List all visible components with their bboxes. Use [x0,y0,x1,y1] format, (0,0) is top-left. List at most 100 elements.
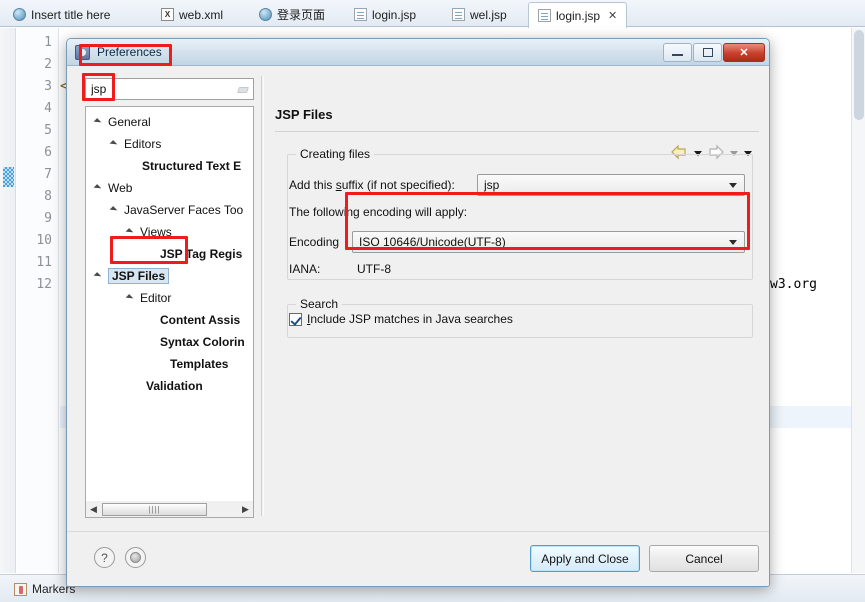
line-number: 8 [44,189,52,204]
tree-item-general[interactable]: General [86,111,253,133]
minimize-icon [672,54,683,56]
line-number: 3 [44,79,52,94]
line-number: 1 [44,35,52,50]
preference-tree[interactable]: General Editors Structured Text E Web Ja… [85,106,254,501]
chevron-down-icon[interactable] [725,233,742,251]
editor-tab-label: login.jsp [372,7,417,22]
line-number: 2 [44,57,52,72]
checkbox-label: Include JSP matches in Java searches [307,312,513,326]
editor-tab-wel-jsp[interactable]: wel.jsp [443,2,516,27]
editor-tab-login-jsp-1[interactable]: login.jsp [345,2,425,27]
encoding-combo[interactable]: ISO 10646/Unicode(UTF-8) [352,231,745,253]
expand-arrow-icon[interactable] [94,271,104,281]
editor-line-number-ruler: 1 2 3 4 5 6 7 8 9 10 11 12 [17,28,59,573]
dialog-title-bar[interactable]: Preferences ✕ [67,39,769,66]
jsp-file-icon [538,9,551,22]
tree-horizontal-scrollbar[interactable]: ◀ |||| ▶ [85,501,254,518]
filter-field-wrapper[interactable] [85,78,254,100]
suffix-combo[interactable]: jsp [477,174,745,196]
tree-item-views[interactable]: Views [86,221,253,243]
minimize-button[interactable] [663,42,692,62]
line-number: 7 [44,167,52,182]
editor-tab-login-jsp-active[interactable]: login.jsp ✕ [528,2,628,28]
close-icon[interactable]: ✕ [608,9,617,22]
scroll-left-arrow-icon[interactable]: ◀ [86,502,101,517]
editor-vertical-scrollbar[interactable] [851,28,865,573]
editor-tab-label: web.xml [179,7,224,22]
expand-arrow-icon[interactable] [110,139,120,149]
tree-item-jsp-files[interactable]: JSP Files [86,265,253,287]
editor-tab-label: 登录页面 [277,8,326,22]
line-number: 5 [44,123,52,138]
marker-icon [14,582,27,596]
page-title: JSP Files [275,107,333,122]
tree-item-validation[interactable]: Validation [86,375,253,397]
tree-item-label: Templates [170,357,229,371]
tree-item-label: Structured Text E [142,159,242,173]
maximize-icon [702,47,713,57]
tree-item-label: JSP Tag Regis [160,247,243,261]
suffix-label-post: uffix (if not specified): [341,178,455,192]
editor-tab-insert-title-here[interactable]: Insert title here [4,2,119,27]
chevron-down-icon[interactable] [725,176,742,194]
line-number: 6 [44,145,52,160]
dialog-footer: ? Apply and Close Cancel [67,531,769,586]
include-jsp-matches-checkbox-row[interactable]: Include JSP matches in Java searches [289,312,513,326]
panel-divider[interactable] [261,76,262,516]
suffix-value: jsp [484,178,500,192]
tree-item-label: Syntax Colorin [160,335,245,349]
tree-item-label: Web [108,181,133,195]
tree-item-label: JSP Files [108,268,170,284]
filter-input[interactable] [89,82,223,96]
tree-item-label: Validation [146,379,203,393]
tree-item-editor[interactable]: Editor [86,287,253,309]
scrollbar-thumb[interactable] [854,30,864,120]
editor-tab-login-page-cn[interactable]: 登录页面 [250,2,334,27]
expand-arrow-icon[interactable] [94,183,104,193]
expand-arrow-icon[interactable] [110,205,120,215]
expand-arrow-icon[interactable] [94,117,104,127]
page-title-divider [275,131,759,132]
suffix-label-pre: Add this [289,178,336,192]
scrollbar-thumb[interactable]: |||| [102,502,207,516]
encoding-note: The following encoding will apply: [289,205,468,219]
group-legend: Search [296,297,343,311]
line-number: 11 [36,255,52,270]
expand-arrow-icon[interactable] [126,293,136,303]
tree-item-content-assist[interactable]: Content Assis [86,309,253,331]
line-number: 10 [36,233,52,248]
tree-item-jsp-tag-registry[interactable]: JSP Tag Regis [86,243,253,265]
editor-tab-web-xml[interactable]: X web.xml [152,2,232,27]
tree-item-syntax-coloring[interactable]: Syntax Colorin [86,331,253,353]
iana-label: IANA: [289,262,321,276]
iana-value: UTF-8 [357,262,391,276]
tree-item-structured-text-editor[interactable]: Structured Text E [86,155,253,177]
dialog-title: Preferences [97,45,162,59]
apply-and-close-button[interactable]: Apply and Close [530,545,640,572]
tree-item-templates[interactable]: Templates [86,353,253,375]
editor-tab-label: wel.jsp [470,7,507,22]
scroll-right-arrow-icon[interactable]: ▶ [238,502,253,517]
line-number: 4 [44,101,52,116]
close-button[interactable]: ✕ [723,42,765,62]
tree-item-web[interactable]: Web [86,177,253,199]
occurrence-marker [3,167,14,187]
suffix-label: Add this suffix (if not specified): [289,178,455,192]
expand-arrow-icon[interactable] [126,227,136,237]
shell-icon-button[interactable] [125,547,146,568]
erase-icon[interactable] [237,83,250,96]
encoding-value: ISO 10646/Unicode(UTF-8) [359,235,506,249]
maximize-button[interactable] [693,42,722,62]
tree-item-javaserver-faces-tools[interactable]: JavaServer Faces Too [86,199,253,221]
preferences-icon [75,44,90,60]
cancel-button[interactable]: Cancel [649,545,759,572]
checkbox-icon[interactable] [289,312,302,326]
globe-icon [13,8,26,21]
help-button[interactable]: ? [94,547,115,568]
editor-marker-ruler[interactable] [0,28,16,573]
preferences-dialog: Preferences ✕ General Editors Structured… [66,38,770,587]
editor-tab-bar: Insert title here X web.xml 登录页面 login.j… [0,0,865,28]
tree-item-editors[interactable]: Editors [86,133,253,155]
line-number: 9 [44,211,52,226]
panel-divider-highlight [263,76,264,516]
